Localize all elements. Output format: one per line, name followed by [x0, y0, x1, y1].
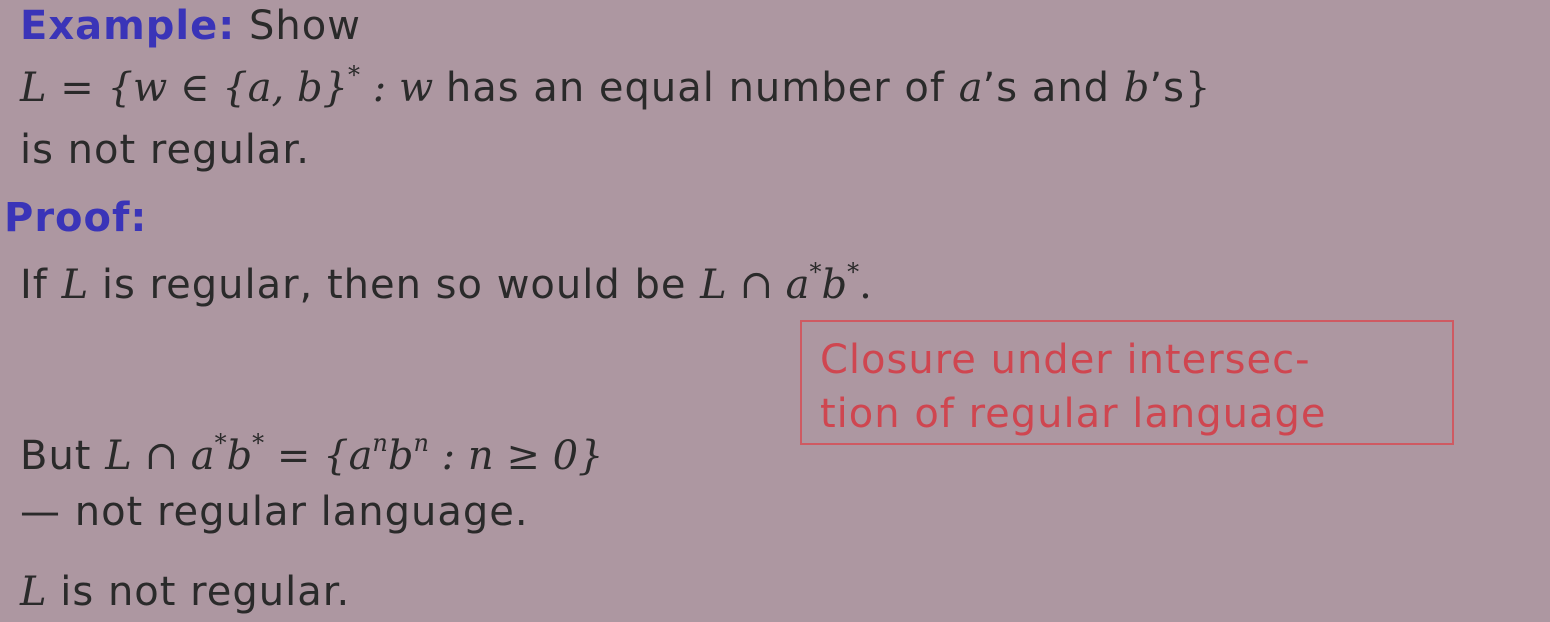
math-star: * [847, 258, 860, 286]
math-star: * [809, 258, 822, 286]
math-L: L [61, 262, 89, 308]
math-set-open: {w ∈ {a, b} [107, 65, 349, 111]
math-star: * [348, 61, 361, 89]
definition-text-1: has an equal number of [445, 65, 959, 111]
proof-line-3: — not regular language. [20, 489, 529, 535]
example-intro: Show [248, 3, 361, 49]
slide: Example: Show L = {w ∈ {a, b}* : w has a… [0, 0, 1550, 622]
math-b: b [226, 433, 253, 479]
math-L: L [20, 569, 47, 615]
final-conclusion: L is not regular. [20, 572, 350, 612]
proof-line-2-pre: But [20, 433, 106, 479]
math-a: a [958, 65, 983, 111]
language-definition: L = {w ∈ {a, b}* : w has an equal number… [20, 63, 1211, 111]
math-intersection-expr: L ∩ a [700, 262, 810, 308]
definition-text-3: ’s [1149, 65, 1185, 111]
proof-heading: Proof: [4, 195, 148, 241]
math-b: b [1123, 65, 1150, 111]
proof-line-1-pre: If [20, 262, 62, 308]
math-colon-w: : w [360, 65, 446, 111]
math-equals-set: = {a [264, 433, 373, 479]
math-exponent-n: n [372, 429, 388, 457]
math-intersection-expr: L ∩ a [105, 433, 215, 479]
math-equals: = [60, 65, 94, 111]
math-b: b [821, 262, 848, 308]
example-line: Example: Show [20, 6, 361, 46]
callout-line-1: Closure under intersec- [820, 337, 1311, 383]
example-conclusion: is not regular. [20, 127, 310, 173]
math-b: b [387, 433, 414, 479]
math-star: * [252, 429, 265, 457]
math-condition: : n ≥ 0} [428, 433, 604, 479]
closure-callout: Closure under intersec- tion of regular … [800, 320, 1454, 445]
math-exponent-n: n [413, 429, 429, 457]
math-star: * [214, 429, 227, 457]
proof-line-1: If L is regular, then so would be L ∩ a*… [20, 260, 872, 308]
proof-line-2: But L ∩ a*b* = {anbn : n ≥ 0} [20, 431, 604, 479]
proof-line-1-end: . [859, 262, 872, 308]
final-conclusion-text: is not regular. [46, 569, 351, 615]
callout-line-2: tion of regular language [820, 391, 1327, 437]
definition-text-2: ’s and [982, 65, 1124, 111]
math-set-close: } [1184, 65, 1211, 111]
proof-line-1-mid: is regular, then so would be [88, 262, 701, 308]
math-L: L [20, 65, 47, 111]
example-heading: Example: [20, 3, 236, 49]
